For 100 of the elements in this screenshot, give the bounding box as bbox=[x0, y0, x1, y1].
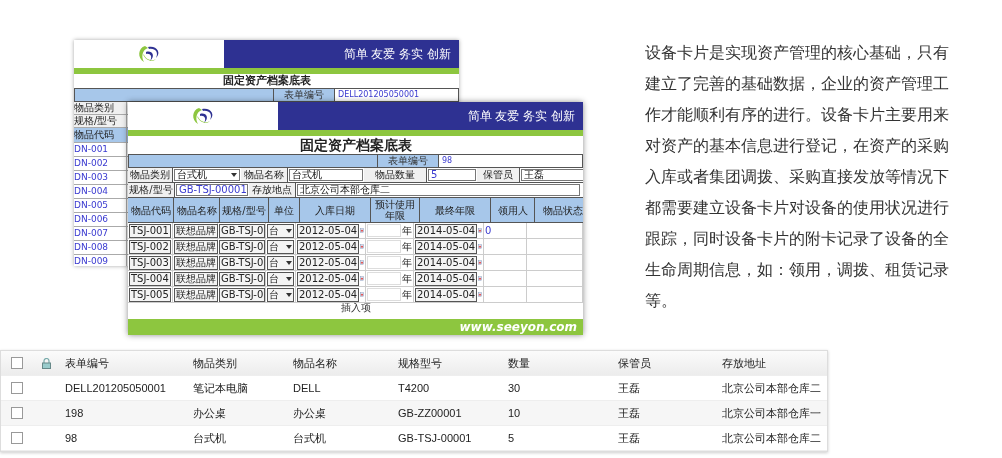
input-field[interactable]: 台式机 bbox=[289, 169, 363, 181]
calendar-icon[interactable] bbox=[360, 258, 364, 267]
unit-select[interactable]: 台 bbox=[267, 271, 294, 286]
category-select[interactable]: 台式机 bbox=[174, 169, 240, 181]
form-title: 固定资产档案底表 bbox=[221, 74, 312, 88]
column-header[interactable]: 存放地址 bbox=[718, 355, 828, 371]
column-header[interactable]: 表单编号 bbox=[61, 355, 189, 371]
column-header[interactable]: 数量 bbox=[504, 355, 614, 371]
website-banner: www.seeyon.com bbox=[128, 319, 583, 335]
input-field[interactable]: 王磊 bbox=[521, 169, 583, 181]
checkbox[interactable] bbox=[11, 432, 23, 444]
recipient-value: 0 bbox=[485, 225, 492, 236]
table-cell-text: 北京公司本部仓库一 bbox=[721, 405, 822, 421]
unit-select[interactable]: 台 bbox=[267, 223, 294, 238]
column-header: 物品名称 bbox=[176, 204, 217, 216]
item-code: DN-009 bbox=[74, 255, 127, 266]
years-input[interactable] bbox=[367, 256, 401, 269]
column-header: 物品代码 bbox=[74, 128, 127, 142]
field-label: 物品类别 bbox=[128, 168, 173, 182]
slogan-text: 简单 友爱 务实 创新 bbox=[278, 102, 583, 130]
name-input[interactable]: 联想品牌 bbox=[174, 271, 218, 286]
years-input[interactable] bbox=[367, 288, 401, 301]
column-header: 物品代码 bbox=[130, 204, 171, 216]
date-input[interactable]: 2014-05-04 bbox=[415, 239, 478, 254]
code-input[interactable]: TSJ-005 bbox=[129, 287, 171, 302]
input-field[interactable]: 北京公司本部仓库二 bbox=[297, 184, 580, 196]
unit-label: 年 bbox=[402, 255, 412, 270]
table-cell-text: 198 bbox=[64, 407, 85, 419]
years-input[interactable] bbox=[367, 224, 401, 237]
spec-input[interactable]: GB-TSJ-0 bbox=[219, 223, 266, 238]
table-cell-text: 办公桌 bbox=[192, 405, 227, 421]
table-cell-text: 北京公司本部仓库二 bbox=[721, 430, 822, 446]
checkbox[interactable] bbox=[11, 357, 23, 369]
table-cell-text: 30 bbox=[507, 382, 522, 394]
unit-select[interactable]: 台 bbox=[267, 239, 294, 254]
table-cell-text: DELL bbox=[292, 382, 322, 394]
column-header: 物品状态 bbox=[543, 204, 583, 216]
calendar-icon[interactable] bbox=[478, 242, 482, 251]
spec-input[interactable]: GB-TSJ-0 bbox=[219, 255, 266, 270]
unit-select[interactable]: 台 bbox=[267, 255, 294, 270]
column-header: 领用人 bbox=[497, 204, 528, 216]
spec-input[interactable]: GB-TSJ-0 bbox=[219, 287, 266, 302]
spec-input[interactable]: GB-TSJ-0 bbox=[219, 239, 266, 254]
column-header[interactable]: 物品名称 bbox=[289, 355, 394, 371]
calendar-icon[interactable] bbox=[478, 274, 482, 283]
item-code: DN-002 bbox=[74, 157, 127, 170]
code-input[interactable]: TSJ-004 bbox=[129, 271, 171, 286]
table-cell-text: 王磊 bbox=[617, 430, 641, 446]
field-label: 规格/型号 bbox=[74, 115, 127, 127]
calendar-icon[interactable] bbox=[478, 258, 482, 267]
table-cell-text: 笔记本电脑 bbox=[192, 380, 249, 396]
date-input[interactable]: 2012-05-04 bbox=[297, 287, 360, 302]
field-label: 规格/型号 bbox=[128, 183, 175, 197]
name-input[interactable]: 联想品牌 bbox=[174, 223, 218, 238]
input-field[interactable]: 5 bbox=[428, 169, 476, 181]
checkbox[interactable] bbox=[11, 382, 23, 394]
calendar-icon[interactable] bbox=[360, 226, 364, 235]
date-input[interactable]: 2012-05-04 bbox=[297, 271, 360, 286]
spec-input[interactable]: GB-TSJ-0 bbox=[219, 271, 266, 286]
input-field[interactable]: GB-TSJ-00001 bbox=[176, 184, 248, 196]
date-input[interactable]: 2014-05-04 bbox=[415, 223, 478, 238]
table-cell-text: 98 bbox=[64, 432, 79, 444]
table-cell-text: 10 bbox=[507, 407, 522, 419]
date-input[interactable]: 2014-05-04 bbox=[415, 287, 478, 302]
years-input[interactable] bbox=[367, 240, 401, 253]
calendar-icon[interactable] bbox=[360, 274, 364, 283]
calendar-icon[interactable] bbox=[360, 242, 364, 251]
code-input[interactable]: TSJ-001 bbox=[129, 223, 171, 238]
unit-select[interactable]: 台 bbox=[267, 287, 294, 302]
date-input[interactable]: 2012-05-04 bbox=[297, 255, 360, 270]
unit-label: 年 bbox=[402, 287, 412, 302]
code-input[interactable]: TSJ-003 bbox=[129, 255, 171, 270]
field-label: 保管员 bbox=[477, 168, 520, 182]
column-header[interactable]: 保管员 bbox=[614, 355, 718, 371]
date-input[interactable]: 2012-05-04 bbox=[297, 239, 360, 254]
column-header: 预计使用年限 bbox=[374, 199, 416, 221]
years-input[interactable] bbox=[367, 272, 401, 285]
calendar-icon[interactable] bbox=[478, 290, 482, 299]
date-input[interactable]: 2014-05-04 bbox=[415, 271, 478, 286]
column-header[interactable]: 规格型号 bbox=[394, 355, 504, 371]
calendar-icon[interactable] bbox=[360, 290, 364, 299]
form-title: 固定资产档案底表 bbox=[298, 136, 413, 154]
field-label: 物品名称 bbox=[241, 168, 288, 182]
column-header[interactable]: 物品类别 bbox=[189, 355, 289, 371]
code-input[interactable]: TSJ-002 bbox=[129, 239, 171, 254]
insert-link[interactable]: 插入项 bbox=[340, 302, 371, 313]
date-input[interactable]: 2012-05-04 bbox=[297, 223, 360, 238]
name-input[interactable]: 联想品牌 bbox=[174, 287, 218, 302]
item-code: DN-003 bbox=[74, 171, 127, 184]
description-paragraph: 设备卡片是实现资产管理的核心基础，只有建立了完善的基础数据，企业的资产管理工作才能顺利有序的进行。设备卡片主要用来对资产的基本信息进行登记，在资产的采购入库或者集团调拨、采购直接发放等情况下都需要建立设备卡片对设备的使用状况进行跟踪，同时设备卡片的附卡记录了设备的全生命周期信息，如：领用，调拨、租赁记录等。 bbox=[645, 42, 950, 312]
calendar-icon[interactable] bbox=[478, 226, 482, 235]
unit-label: 年 bbox=[402, 271, 412, 286]
table-cell-text: 台式机 bbox=[192, 430, 227, 446]
date-input[interactable]: 2014-05-04 bbox=[415, 255, 478, 270]
name-input[interactable]: 联想品牌 bbox=[174, 255, 218, 270]
field-label: 物品类别 bbox=[74, 102, 127, 114]
name-input[interactable]: 联想品牌 bbox=[174, 239, 218, 254]
table-cell-text: T4200 bbox=[397, 382, 431, 394]
checkbox[interactable] bbox=[11, 407, 23, 419]
column-header: 入库日期 bbox=[315, 204, 355, 216]
